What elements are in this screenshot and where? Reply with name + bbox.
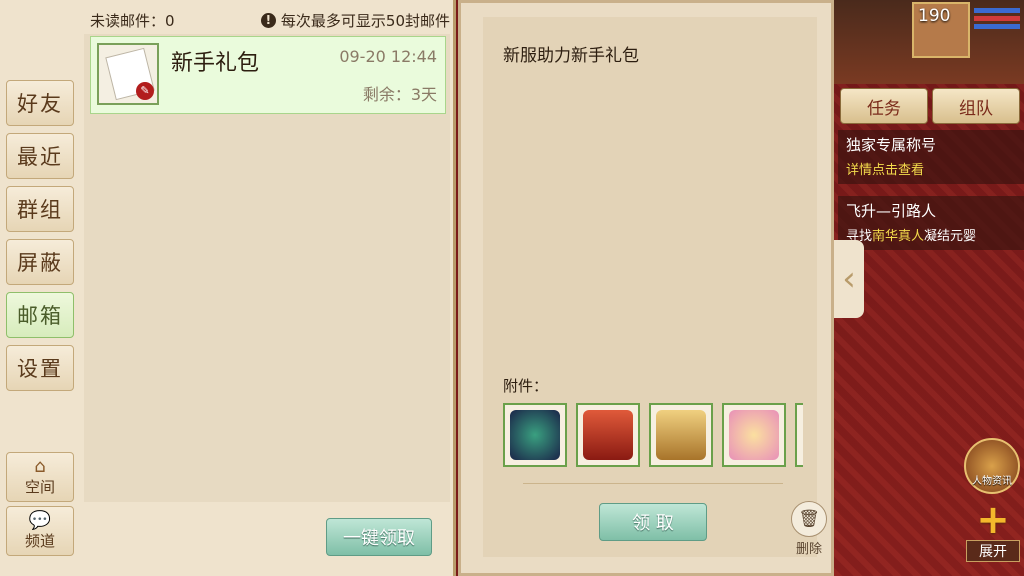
tab-settings[interactable]: 设置	[6, 345, 74, 391]
attachment-dragon[interactable]	[503, 403, 567, 467]
mail-date: 09-20 12:44	[339, 47, 437, 66]
plus-icon: +	[976, 497, 1010, 543]
chevron-left-icon: ‹	[842, 259, 856, 299]
mail-limit-text: 每次最多可显示50封邮件	[280, 12, 450, 30]
list-item[interactable]: ✎ 新手礼包 09-20 12:44 剩余：3天	[90, 36, 446, 114]
quest-desc: 详情点击查看	[846, 163, 925, 178]
channel-label: 频道	[24, 531, 55, 550]
quest-desc: 寻找南华真人凝结元婴	[838, 223, 1024, 250]
quest-item[interactable]: 独家专属称号 详情点击查看	[838, 130, 1024, 184]
team-button[interactable]: 组队	[932, 88, 1020, 124]
attachment-gift-box[interactable]	[576, 403, 640, 467]
claim-all-button[interactable]: 一键领取	[326, 518, 432, 556]
status-bars	[974, 8, 1020, 32]
character-level: 190	[918, 6, 951, 26]
mail-panel: 好友 最近 群组 屏蔽 邮箱 设置 ⌂ 空间 💬 频道 未读邮件：0 ! 每次最…	[0, 0, 456, 576]
dragon-icon	[510, 410, 560, 460]
mail-detail-content: 新服助力新手礼包 附件： 领 取 🗑 删除	[483, 17, 827, 557]
attachment-scroll-item[interactable]	[722, 403, 786, 467]
home-icon: ⌂	[34, 455, 46, 477]
quest-title: 飞升—引路人	[846, 202, 937, 220]
quest-desc-suffix: 凝结元婴	[924, 229, 977, 244]
tab-groups[interactable]: 群组	[6, 186, 74, 232]
delete-label: 删除	[795, 542, 822, 557]
attachment-clip-icon: ✎	[136, 82, 154, 100]
trash-icon: 🗑	[791, 501, 827, 537]
treasure-chest-icon	[656, 410, 706, 460]
mail-list-header: 未读邮件：0 ! 每次最多可显示50封邮件	[90, 10, 450, 31]
unread-count: 0	[165, 12, 175, 30]
mail-limit-notice: ! 每次最多可显示50封邮件	[260, 10, 450, 31]
task-label: 任务	[867, 98, 901, 119]
character-info-button[interactable]: 人物资讯	[964, 438, 1020, 494]
team-label: 组队	[959, 98, 993, 119]
quest-npc-link[interactable]: 南华真人	[872, 229, 924, 244]
tab-recent[interactable]: 最近	[6, 133, 74, 179]
unread-label: 未读邮件：	[90, 12, 166, 30]
character-portrait[interactable]: 190	[912, 2, 970, 58]
side-tabs: 好友 最近 群组 屏蔽 邮箱 设置	[6, 80, 78, 398]
mail-detail-panel: 新服助力新手礼包 附件： 领 取 🗑 删除	[458, 0, 834, 576]
mail-list: ✎ 新手礼包 09-20 12:44 剩余：3天	[84, 34, 450, 502]
chat-icon: 💬	[28, 509, 52, 531]
gift-box-icon	[583, 410, 633, 460]
character-banner: 190	[834, 0, 1024, 84]
quest-title: 独家专属称号	[846, 136, 937, 154]
mail-body-title: 新服助力新手礼包	[503, 46, 639, 66]
collapse-panel-button[interactable]: ‹	[834, 240, 864, 318]
attachments-row	[503, 403, 803, 469]
expand-button[interactable]: + 展开	[966, 497, 1020, 562]
task-button[interactable]: 任务	[840, 88, 928, 124]
claim-button[interactable]: 领 取	[599, 503, 707, 541]
mail-letter-icon: ✎	[97, 43, 159, 105]
attachment-treasure-chest[interactable]	[649, 403, 713, 467]
space-label: 空间	[24, 477, 55, 496]
expand-label: 展开	[966, 540, 1020, 562]
tab-mailbox[interactable]: 邮箱	[6, 292, 74, 338]
tab-friends[interactable]: 好友	[6, 80, 74, 126]
delete-button[interactable]: 🗑 删除	[789, 501, 829, 557]
channel-button[interactable]: 💬 频道	[6, 506, 74, 556]
tab-blocked[interactable]: 屏蔽	[6, 239, 74, 285]
scroll-item-icon	[729, 410, 779, 460]
attachment-partial[interactable]	[795, 403, 803, 467]
mail-title: 新手礼包	[171, 51, 260, 76]
quest-item[interactable]: 飞升—引路人 寻找南华真人凝结元婴	[838, 196, 1024, 250]
attachments-label: 附件：	[503, 377, 549, 395]
character-info-label: 人物资讯	[972, 476, 1012, 487]
space-button[interactable]: ⌂ 空间	[6, 452, 74, 502]
mail-remaining: 剩余：3天	[362, 85, 437, 104]
exclamation-icon: !	[260, 13, 276, 28]
divider	[523, 483, 783, 484]
